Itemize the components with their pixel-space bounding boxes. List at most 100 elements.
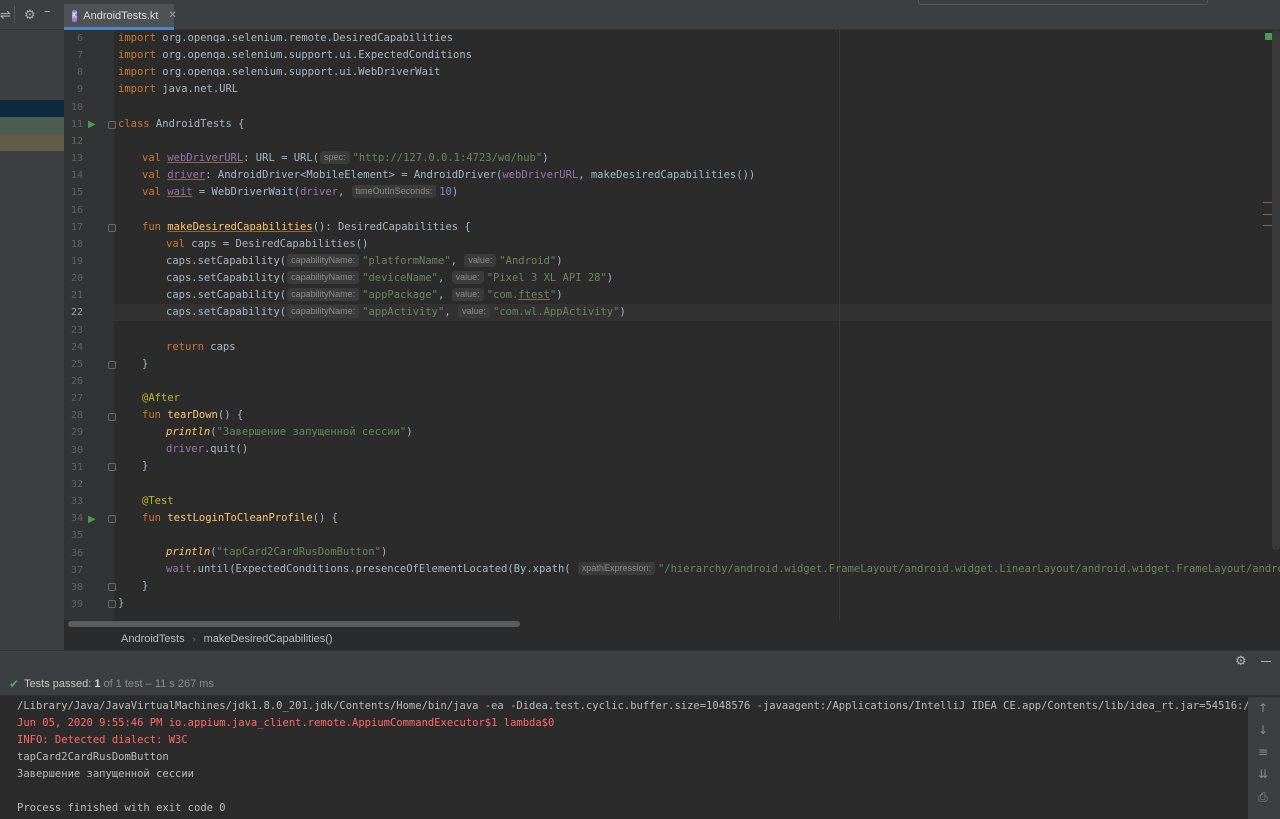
line-number: 16 <box>70 204 83 216</box>
code-line-20: caps.setCapability(capabilityName: "devic… <box>166 270 613 287</box>
console-line: Process finished with exit code 0 <box>17 802 226 814</box>
code-line-18: val caps = DesiredCapabilities() <box>166 236 368 253</box>
code-text: : AndroidDriver<MobileElement> = Android… <box>205 169 503 181</box>
console-line: /Library/Java/JavaVirtualMachines/jdk1.8… <box>17 700 1248 712</box>
minimize-icon[interactable] <box>1261 661 1271 662</box>
arrow-up-icon[interactable]: ↑ <box>1258 701 1268 715</box>
code-text: org.openqa.selenium.remote.DesiredCapabi… <box>155 32 454 44</box>
code-text: } <box>142 460 149 472</box>
line-number: 25 <box>70 358 83 370</box>
toolbar-divider <box>14 6 15 23</box>
code-text: } <box>118 597 125 609</box>
code-text: org.openqa.selenium.support.ui.ExpectedC… <box>155 49 473 61</box>
line-number: 31 <box>70 461 83 473</box>
arrow-down-icon[interactable]: ↓ <box>1258 723 1268 737</box>
param-hint: capabilityName: <box>287 305 360 318</box>
string-literal: "Завершение запущенной сессии" <box>216 426 407 438</box>
collapse-icon[interactable]: ⇌ <box>0 8 11 23</box>
fold-class-icon[interactable] <box>108 121 116 129</box>
code-text: .until(ExpectedConditions.presenceOfElem… <box>191 563 571 575</box>
code-text: ) <box>619 306 626 318</box>
code-line-28: fun tearDown() { <box>142 407 243 424</box>
code-line-29: println("Завершение запущенной сессии") <box>166 424 413 441</box>
function-call: println <box>166 426 211 438</box>
string-literal-typo: ftest <box>518 289 550 301</box>
code-line-13: val webDriverURL: URL = URL(spec: "http:/… <box>142 150 549 167</box>
print-icon[interactable]: ⎙ <box>1258 790 1268 805</box>
gear-icon[interactable]: ⚙ <box>24 8 36 23</box>
fold-function-icon[interactable] <box>108 515 116 523</box>
code-line-39: } <box>118 595 124 612</box>
param-hint: capabilityName: <box>287 288 360 301</box>
code-line-31: } <box>142 458 148 475</box>
string-literal: "tapCard2CardRusDomButton" <box>216 546 381 558</box>
code-line-37: wait.until(ExpectedConditions.presenceOf… <box>166 561 1280 578</box>
code-text: ) <box>606 272 614 284</box>
run-test-icon[interactable]: ▶ <box>88 511 96 528</box>
line-number: 15 <box>70 187 83 199</box>
check-icon: ✔ <box>9 676 20 691</box>
breadcrumb-method[interactable]: makeDesiredCapabilities() <box>204 633 333 645</box>
code-text: ) <box>451 186 459 198</box>
keyword: import <box>118 66 156 78</box>
param-hint: capabilityName: <box>287 271 360 284</box>
number-literal: 10 <box>439 186 452 198</box>
code-text: org.openqa.selenium.support.ui.WebDriver… <box>155 66 441 78</box>
fold-end-icon[interactable] <box>108 583 116 591</box>
code-editor[interactable]: 6 7 8 9 10 11 12 13 14 15 16 17 18 19 20 21 22 23 24 25 26 27… <box>64 30 1280 620</box>
horizontal-scrollbar[interactable] <box>64 620 1280 628</box>
code-text: } <box>142 358 149 370</box>
code-text: = WebDriverWait( <box>192 186 301 198</box>
inspection-ok-icon[interactable] <box>1265 33 1272 40</box>
line-number: 11 <box>70 118 83 130</box>
fold-end-icon[interactable] <box>108 600 116 608</box>
keyword: return <box>166 341 204 353</box>
keyword: fun <box>142 221 161 233</box>
scroll-to-end-icon[interactable]: ⇊ <box>1258 767 1268 781</box>
run-panel-header: ⚙ <box>0 650 1280 672</box>
line-number: 8 <box>76 67 83 79</box>
scrollbar-thumb[interactable] <box>68 621 520 627</box>
code-text: caps <box>203 341 236 353</box>
keyword: class <box>118 118 150 130</box>
line-number: 19 <box>70 255 83 267</box>
fold-function-icon[interactable] <box>108 413 116 421</box>
code-text: , makeDesiredCapabilities()) <box>578 169 756 181</box>
line-number: 20 <box>70 273 83 285</box>
code-text: caps = DesiredCapabilities() <box>184 238 369 250</box>
line-number: 22 <box>70 307 83 319</box>
line-number: 9 <box>76 84 83 96</box>
breadcrumb-class[interactable]: AndroidTests <box>121 633 185 645</box>
fold-end-icon[interactable] <box>108 463 116 471</box>
search-field-edge[interactable] <box>918 0 1208 5</box>
vertical-scrollbar[interactable] <box>1272 30 1280 550</box>
property-ref: wait <box>166 563 192 575</box>
console-output[interactable]: /Library/Java/JavaVirtualMachines/jdk1.8… <box>0 697 1248 819</box>
editor-tab-bar: ⇌ ⚙ – K AndroidTests.kt ✕ <box>0 0 1280 30</box>
line-number: 14 <box>70 170 83 182</box>
run-class-icon[interactable]: ▶ <box>88 116 96 133</box>
function-name: tearDown <box>167 409 218 421</box>
code-line-33: @Test <box>142 493 174 510</box>
left-project-strip <box>0 0 64 650</box>
tab-androidtests-kt[interactable]: K AndroidTests.kt ✕ <box>64 4 177 30</box>
fold-function-icon[interactable] <box>108 224 116 232</box>
code-line-27: @After <box>142 390 180 407</box>
hide-icon[interactable]: – <box>44 4 51 19</box>
code-text: ) <box>380 546 388 558</box>
keyword: val <box>142 186 161 198</box>
line-number: 24 <box>70 341 83 353</box>
code-line-6: import org.openqa.selenium.remote.Desire… <box>118 30 453 47</box>
gear-icon[interactable]: ⚙ <box>1235 654 1247 669</box>
close-icon[interactable]: ✕ <box>168 10 176 21</box>
keyword: fun <box>142 512 161 524</box>
string-literal: "appActivity" <box>362 306 445 318</box>
fold-end-icon[interactable] <box>108 361 116 369</box>
line-number: 23 <box>70 324 83 336</box>
soft-wrap-icon[interactable]: ≡ <box>1258 745 1268 759</box>
code-line-34: fun testLoginToCleanProfile() { <box>142 510 338 527</box>
code-text: , <box>444 306 451 318</box>
code-line-24: return caps <box>166 339 236 356</box>
project-highlight-green <box>0 117 64 134</box>
code-line-30: driver.quit() <box>166 441 248 458</box>
